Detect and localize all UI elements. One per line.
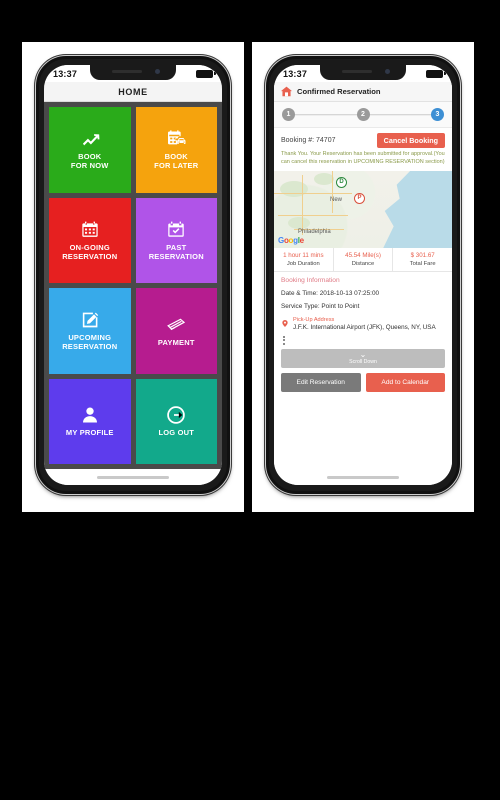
detail-service-type: Service Type: Point to Point — [281, 302, 360, 310]
stat-total-fare: $ 301.67 Total Fare — [393, 248, 452, 271]
tile-label: MY PROFILE — [65, 428, 114, 438]
tile-past-reservation[interactable]: PAST RESERVATION — [135, 197, 217, 283]
tile-label: BOOK FOR LATER — [154, 152, 199, 171]
step-1[interactable]: 1 — [282, 108, 295, 121]
map-pin-icon — [281, 318, 289, 329]
booking-number: Booking #: 74707 — [281, 137, 336, 144]
tile-label: PAST RESERVATION — [148, 242, 204, 261]
screen-home: 13:37 HOME BOOK FOR NOW BOOK FOR LATER O… — [44, 65, 222, 485]
step-3[interactable]: 3 — [431, 108, 444, 121]
pickup-address-label: Pick-Up Address — [293, 316, 335, 323]
home-icon[interactable] — [280, 85, 293, 98]
stat-label: Distance — [351, 260, 375, 267]
store-badges: GET IT ON Google Play Download on the Ap… — [0, 585, 500, 680]
detail-date-time: Date & Time: 2018-10-13 07:25:00 — [281, 289, 380, 297]
stat-value: 45.54 Mile(s) — [345, 251, 381, 259]
status-clock-right: 13:37 — [283, 68, 308, 79]
booking-information-heading: Booking Information — [281, 276, 340, 284]
tile-label: BOOK FOR NOW — [70, 152, 109, 171]
pickup-address-block: Pick-Up Address J.F.K. International Air… — [274, 313, 452, 332]
phone-notch-left — [90, 65, 176, 80]
scroll-down-button[interactable]: ⌄ Scroll Down — [281, 349, 445, 369]
booking-row: Booking #: 74707 Cancel Booking — [274, 128, 452, 151]
tile-payment[interactable]: PAYMENT — [135, 288, 217, 374]
stat-value: $ 301.67 — [410, 251, 435, 259]
calendar-car-icon — [166, 129, 186, 149]
stat-value: 1 hour 11 mins — [283, 251, 324, 259]
trending-up-icon — [80, 129, 100, 149]
phone-device-right: 13:37 Confirmed Reservation 1 2 3 Bookin… — [266, 56, 460, 494]
battery-full-icon — [426, 69, 446, 78]
pickup-map-marker[interactable]: D — [336, 176, 347, 188]
reservation-title: Confirmed Reservation — [297, 87, 381, 96]
home-indicator-right[interactable] — [327, 475, 399, 479]
edit-reservation-button[interactable]: Edit Reservation — [281, 373, 361, 393]
confirmation-notice: Thank You. Your Reservation has been sub… — [281, 151, 445, 165]
edit-square-icon — [80, 310, 100, 330]
tile-book-for-later[interactable]: BOOK FOR LATER — [135, 107, 217, 193]
stat-label: Total Fare — [409, 260, 436, 267]
page-root: 13:37 HOME BOOK FOR NOW BOOK FOR LATER O… — [0, 0, 500, 800]
home-indicator-area-left — [44, 469, 222, 485]
tile-label: LOG OUT — [158, 428, 195, 438]
tile-on-going-reservation[interactable]: ON-GOING RESERVATION — [49, 197, 131, 283]
reservation-action-buttons: Edit Reservation Add to Calendar — [274, 368, 452, 398]
map-label-philadelphia: Philadelphia — [298, 228, 331, 235]
stat-job-duration: 1 hour 11 mins Job Duration — [274, 247, 334, 271]
phone-device-left: 13:37 HOME BOOK FOR NOW BOOK FOR LATER O… — [36, 56, 230, 494]
phone-notch-right — [320, 65, 406, 80]
map-park — [314, 172, 334, 185]
map-road — [302, 174, 303, 235]
map-park — [280, 180, 308, 197]
tile-label: UPCOMING RESERVATION — [62, 333, 118, 352]
trip-stats: 1 hour 11 mins Job Duration 45.54 Mile(s… — [274, 247, 452, 272]
tile-upcoming-reservation[interactable]: UPCOMING RESERVATION — [49, 288, 131, 374]
route-map[interactable]: D P New Philadelphia Google — [274, 170, 452, 248]
cancel-booking-button[interactable]: Cancel Booking — [376, 133, 445, 148]
map-park — [288, 216, 310, 229]
google-watermark: Google — [278, 235, 304, 245]
progress-stepper: 1 2 3 — [274, 102, 452, 128]
chevron-double-down-icon: ⌄ — [359, 350, 367, 360]
tile-my-profile[interactable]: MY PROFILE — [49, 378, 131, 464]
home-indicator-left[interactable] — [97, 475, 169, 479]
status-clock-left: 13:37 — [53, 68, 78, 79]
tile-book-for-now[interactable]: BOOK FOR NOW — [49, 107, 131, 193]
route-connector-dots — [274, 332, 452, 346]
tile-log-out[interactable]: LOG OUT — [135, 378, 217, 464]
map-road — [332, 170, 333, 213]
pickup-address-value: J.F.K. International Airport (JFK), Quee… — [293, 323, 436, 331]
screen-confirmed-reservation: 13:37 Confirmed Reservation 1 2 3 Bookin… — [274, 65, 452, 485]
credit-card-icon — [166, 315, 186, 335]
reservation-app: Confirmed Reservation 1 2 3 Booking #: 7… — [274, 82, 452, 469]
dropoff-map-marker[interactable]: P — [354, 192, 365, 204]
step-2[interactable]: 2 — [356, 108, 370, 121]
page-title: HOME — [44, 82, 222, 102]
scroll-down-label: Scroll Down — [349, 359, 377, 366]
user-icon — [80, 405, 100, 425]
home-indicator-area-right — [274, 469, 452, 485]
stat-distance: 45.54 Mile(s) Distance — [334, 247, 394, 271]
map-road — [278, 214, 348, 216]
home-tile-grid: BOOK FOR NOW BOOK FOR LATER ON-GOING RES… — [44, 102, 222, 469]
calendar-icon — [80, 220, 100, 240]
home-app: HOME BOOK FOR NOW BOOK FOR LATER ON-GOIN… — [44, 82, 222, 469]
calendar-check-icon — [166, 220, 186, 240]
tile-label: PAYMENT — [157, 337, 195, 347]
logout-icon — [167, 406, 185, 424]
add-to-calendar-button[interactable]: Add to Calendar — [365, 373, 445, 393]
map-road — [274, 192, 352, 194]
tile-label: ON-GOING RESERVATION — [62, 242, 118, 261]
battery-full-icon — [196, 69, 216, 78]
map-label-new-york: New — [330, 196, 343, 203]
reservation-header: Confirmed Reservation — [274, 82, 452, 102]
stat-label: Job Duration — [286, 260, 320, 267]
